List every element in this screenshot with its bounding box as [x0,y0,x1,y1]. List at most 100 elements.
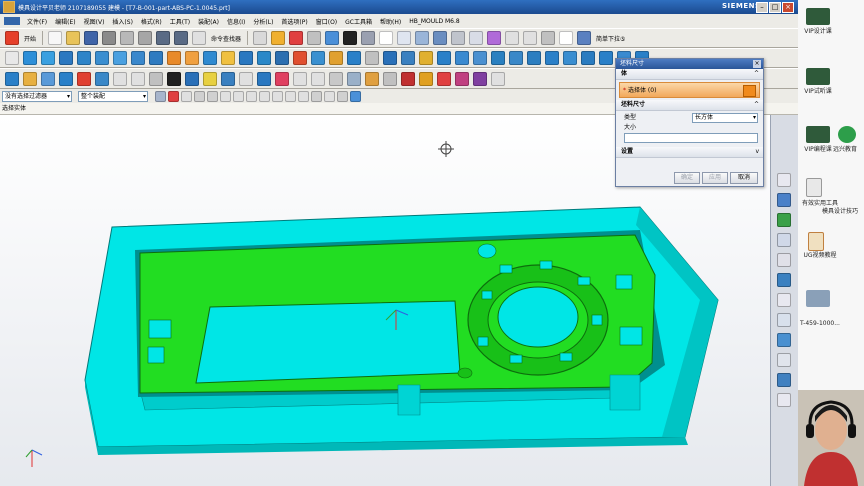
point-icon[interactable] [289,31,304,45]
redo-icon[interactable] [174,31,189,45]
cancel-button[interactable]: 取消 [730,172,758,184]
menu-analysis[interactable]: 分析(L) [249,17,277,26]
save-icon[interactable] [84,31,99,45]
desktop-icon-label[interactable]: 有效实用工具 [798,200,842,207]
desktop-icon-label[interactable]: T-459-1000... [798,320,842,327]
check-region-icon[interactable] [437,71,451,86]
menu-edit[interactable]: 编辑(E) [51,17,79,26]
repeat-command-icon[interactable] [192,31,207,45]
filter-settings-icon[interactable] [155,90,166,102]
mold-analysis-icon[interactable] [455,71,469,86]
help-tool-icon[interactable] [491,71,505,86]
menu-assembly[interactable]: 装配(A) [194,17,223,26]
extrude-icon[interactable] [23,51,37,65]
cylinder-icon[interactable] [77,51,91,65]
history-palette-icon[interactable] [777,373,791,387]
chamfer-icon[interactable] [311,51,325,65]
menu-insert[interactable]: 插入(S) [108,17,137,26]
transform-icon[interactable] [541,31,556,45]
extract-icon[interactable] [491,51,505,65]
pattern-icon[interactable] [419,51,433,65]
assembly-navigator-icon[interactable] [777,173,791,187]
pane-icon[interactable] [577,31,592,45]
resize-face-icon[interactable] [599,51,613,65]
type-dropdown[interactable]: 长方体 [692,113,758,123]
visualization-icon[interactable] [777,393,791,407]
orange-cube-icon[interactable] [419,71,433,86]
hole-table-icon[interactable] [311,71,325,86]
minimize-button[interactable]: – [756,2,768,13]
fit-view-icon[interactable] [307,31,322,45]
roles-icon[interactable] [777,293,791,307]
assembly-scope-dropdown[interactable]: 整个装配 [78,90,148,102]
pad-icon[interactable] [185,51,199,65]
background-icon[interactable] [379,31,394,45]
subtract-icon[interactable] [257,51,271,65]
apply-button[interactable]: 应用 [702,172,728,184]
split-body-icon[interactable] [383,51,397,65]
history-icon[interactable] [777,233,791,247]
desktop-icon-label[interactable]: VIP试听课 [798,88,838,95]
system-scene-icon[interactable] [777,313,791,327]
drawing-icon[interactable] [293,71,307,86]
menu-gc-toolkit[interactable]: GC工具箱 [341,17,376,26]
desktop-icon-label[interactable]: VIP设计课 [798,28,838,35]
mirror-icon[interactable] [437,51,451,65]
midpoint-icon[interactable] [298,90,309,102]
move-face-icon[interactable] [563,51,577,65]
menu-help[interactable]: 帮助(H) [376,17,405,26]
expand-icon[interactable]: v [755,147,759,157]
trim-body-icon[interactable] [365,51,379,65]
wcs-icon[interactable] [433,31,448,45]
block-icon[interactable] [59,51,73,65]
collapse-icon[interactable]: ^ [754,100,759,110]
runner-icon[interactable] [185,71,199,86]
select-all-icon[interactable] [181,90,192,102]
curve-rule-icon[interactable] [220,90,231,102]
trim-mold-icon[interactable] [239,71,253,86]
bom-icon[interactable] [275,71,289,86]
system-materials-icon[interactable] [777,253,791,267]
copy-icon[interactable] [120,31,135,45]
menu-window[interactable]: 窗口(O) [312,17,341,26]
menu-hb-mould[interactable]: HB_MOULD M6.8 [405,18,464,25]
control-point-icon[interactable] [311,90,322,102]
datum-plane-icon[interactable] [509,51,523,65]
purple-tool-icon[interactable] [473,71,487,86]
sew-icon[interactable] [455,51,469,65]
undo-icon[interactable] [156,31,171,45]
paste-icon[interactable] [138,31,153,45]
point-cloud-icon[interactable] [559,31,574,45]
intersection-icon[interactable] [272,90,283,102]
electrode-icon[interactable] [221,71,235,86]
boss-icon[interactable] [149,51,163,65]
gate-icon[interactable] [167,71,181,86]
datum-axis-icon[interactable] [527,51,541,65]
slider-icon[interactable] [149,71,163,86]
layer-icon[interactable] [397,31,412,45]
desktop-icon-label[interactable]: UG视频教程 [798,252,842,259]
menu-information[interactable]: 信息(I) [223,17,249,26]
close-button[interactable]: × [782,2,794,13]
menu-file[interactable]: 文件(F) [23,17,51,26]
school-logo-icon[interactable] [838,126,856,143]
center-point-icon[interactable] [324,90,335,102]
maximize-button[interactable]: □ [769,2,781,13]
ok-button[interactable]: 确定 [674,172,700,184]
delete-face-icon[interactable] [581,51,595,65]
render-style-icon[interactable] [343,31,358,45]
desktop-icon-label[interactable]: 模具设计技巧 [818,208,862,215]
folder-icon[interactable] [806,178,822,197]
shrinkage-icon[interactable] [59,71,73,86]
open-folder-icon[interactable] [66,31,81,45]
shell-icon[interactable] [329,51,343,65]
select-body-field[interactable]: * 选择体 (0) [619,82,760,98]
layout-icon[interactable] [23,71,37,86]
csys-icon[interactable] [523,31,538,45]
section-body[interactable]: 体 ^ [616,69,763,80]
mold-base-icon[interactable] [95,71,109,86]
start-button[interactable]: 开始 [24,34,36,43]
mold-wizard-icon[interactable] [5,71,19,86]
workpiece-icon[interactable] [41,71,55,86]
groove-icon[interactable] [221,51,235,65]
